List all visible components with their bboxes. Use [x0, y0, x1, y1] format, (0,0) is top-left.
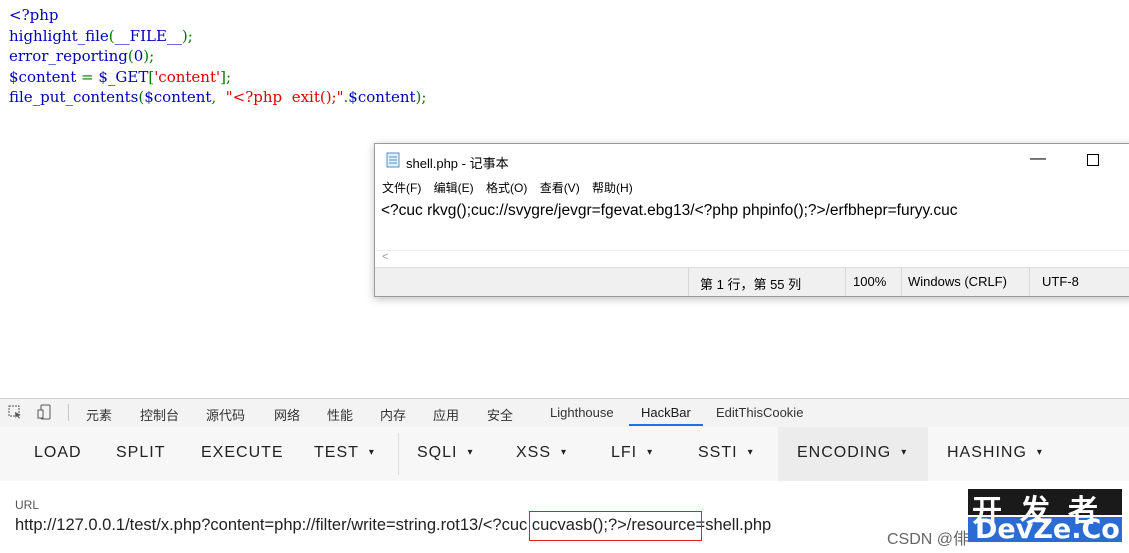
- notepad-titlebar[interactable]: shell.php - 记事本 —: [375, 144, 1129, 176]
- lfi-button[interactable]: LFI ▾: [611, 444, 653, 462]
- minimize-button[interactable]: —: [1023, 150, 1053, 170]
- code-line-4: $content = $_GET['content'];: [9, 67, 232, 86]
- notepad-window: shell.php - 记事本 — 文件(F) 编辑(E) 格式(O) 查看(V…: [374, 143, 1129, 297]
- tab-security[interactable]: 安全: [487, 405, 513, 424]
- execute-button[interactable]: EXECUTE: [201, 444, 284, 462]
- toolbar-divider: [68, 404, 69, 421]
- tab-application[interactable]: 应用: [433, 405, 459, 424]
- highlight-annotation-box: [529, 511, 702, 541]
- tab-network[interactable]: 网络: [274, 405, 300, 424]
- notepad-statusbar: 第 1 行，第 55 列 100% Windows (CRLF) UTF-8: [375, 267, 1129, 296]
- chevron-down-icon: ▾: [467, 447, 474, 458]
- code-line-2: highlight_file(__FILE__);: [9, 26, 193, 45]
- notepad-menubar: 文件(F) 编辑(E) 格式(O) 查看(V) 帮助(H): [382, 179, 642, 196]
- tab-editthiscookie[interactable]: EditThisCookie: [716, 405, 803, 420]
- tab-sources[interactable]: 源代码: [206, 405, 245, 424]
- maximize-icon: [1087, 154, 1099, 166]
- chevron-down-icon: ▾: [747, 447, 754, 458]
- split-button[interactable]: SPLIT: [116, 444, 165, 462]
- chevron-down-icon: ▾: [1036, 447, 1043, 458]
- code-line-5: file_put_contents($content, "<?php exit(…: [9, 88, 427, 106]
- hashing-button[interactable]: HASHING ▾: [947, 444, 1043, 462]
- encoding-button[interactable]: ENCODING ▾: [797, 444, 907, 462]
- load-button[interactable]: LOAD: [34, 444, 82, 462]
- inspect-element-icon[interactable]: [8, 405, 22, 419]
- menu-edit[interactable]: 编辑(E): [434, 181, 474, 195]
- csdn-watermark: CSDN @俳: [887, 531, 970, 548]
- chevron-down-icon: ▾: [647, 447, 654, 458]
- horizontal-scrollbar[interactable]: <: [376, 250, 1129, 267]
- maximize-button[interactable]: [1078, 150, 1108, 170]
- sqli-button[interactable]: SQLI ▾: [417, 444, 474, 462]
- scroll-left-arrow-icon[interactable]: <: [382, 251, 388, 263]
- notepad-text-area[interactable]: <?cuc rkvg();cuc://svygre/jevgr=fgevat.e…: [381, 202, 958, 220]
- notepad-file-icon: [386, 152, 400, 168]
- code-line-1: <?php: [9, 6, 59, 24]
- devze-watermark-en: DevZe.CoM: [975, 514, 1129, 545]
- menu-file[interactable]: 文件(F): [382, 181, 421, 195]
- chevron-down-icon: ▾: [901, 447, 908, 458]
- tab-console[interactable]: 控制台: [140, 405, 179, 424]
- chevron-down-icon: ▾: [561, 447, 568, 458]
- tab-elements[interactable]: 元素: [86, 405, 112, 424]
- status-cursor-position: 第 1 行，第 55 列: [700, 277, 802, 292]
- php-source-code: <?php highlight_file(__FILE__); error_repo…: [9, 5, 426, 108]
- code-line-3: error_reporting(0);: [9, 47, 155, 65]
- tab-hackbar[interactable]: HackBar: [641, 405, 691, 420]
- chevron-down-icon: ▾: [368, 447, 375, 458]
- menu-format[interactable]: 格式(O): [486, 181, 527, 195]
- status-line-ending: Windows (CRLF): [908, 274, 1007, 289]
- status-encoding: UTF-8: [1042, 274, 1079, 289]
- hackbar-toolbar: LOAD SPLIT EXECUTE TEST ▾ SQLI ▾ XSS ▾ LFI ▾…: [0, 427, 1129, 481]
- device-toolbar-icon[interactable]: [37, 404, 53, 420]
- ssti-button[interactable]: SSTI ▾: [698, 444, 754, 462]
- menu-view[interactable]: 查看(V): [540, 181, 580, 195]
- notepad-title: shell.php - 记事本: [406, 156, 509, 171]
- devtools-tabbar: 元素 控制台 源代码 网络 性能 内存 应用 安全 Lighthouse Hac…: [0, 398, 1129, 428]
- active-tab-indicator: [629, 424, 703, 426]
- menu-help[interactable]: 帮助(H): [592, 181, 633, 195]
- url-label: URL: [15, 498, 40, 512]
- tab-lighthouse[interactable]: Lighthouse: [550, 405, 614, 420]
- tab-performance[interactable]: 性能: [327, 405, 353, 424]
- xss-button[interactable]: XSS ▾: [516, 444, 567, 462]
- test-button[interactable]: TEST ▾: [314, 444, 375, 462]
- tab-memory[interactable]: 内存: [380, 405, 406, 424]
- status-zoom: 100%: [853, 274, 887, 289]
